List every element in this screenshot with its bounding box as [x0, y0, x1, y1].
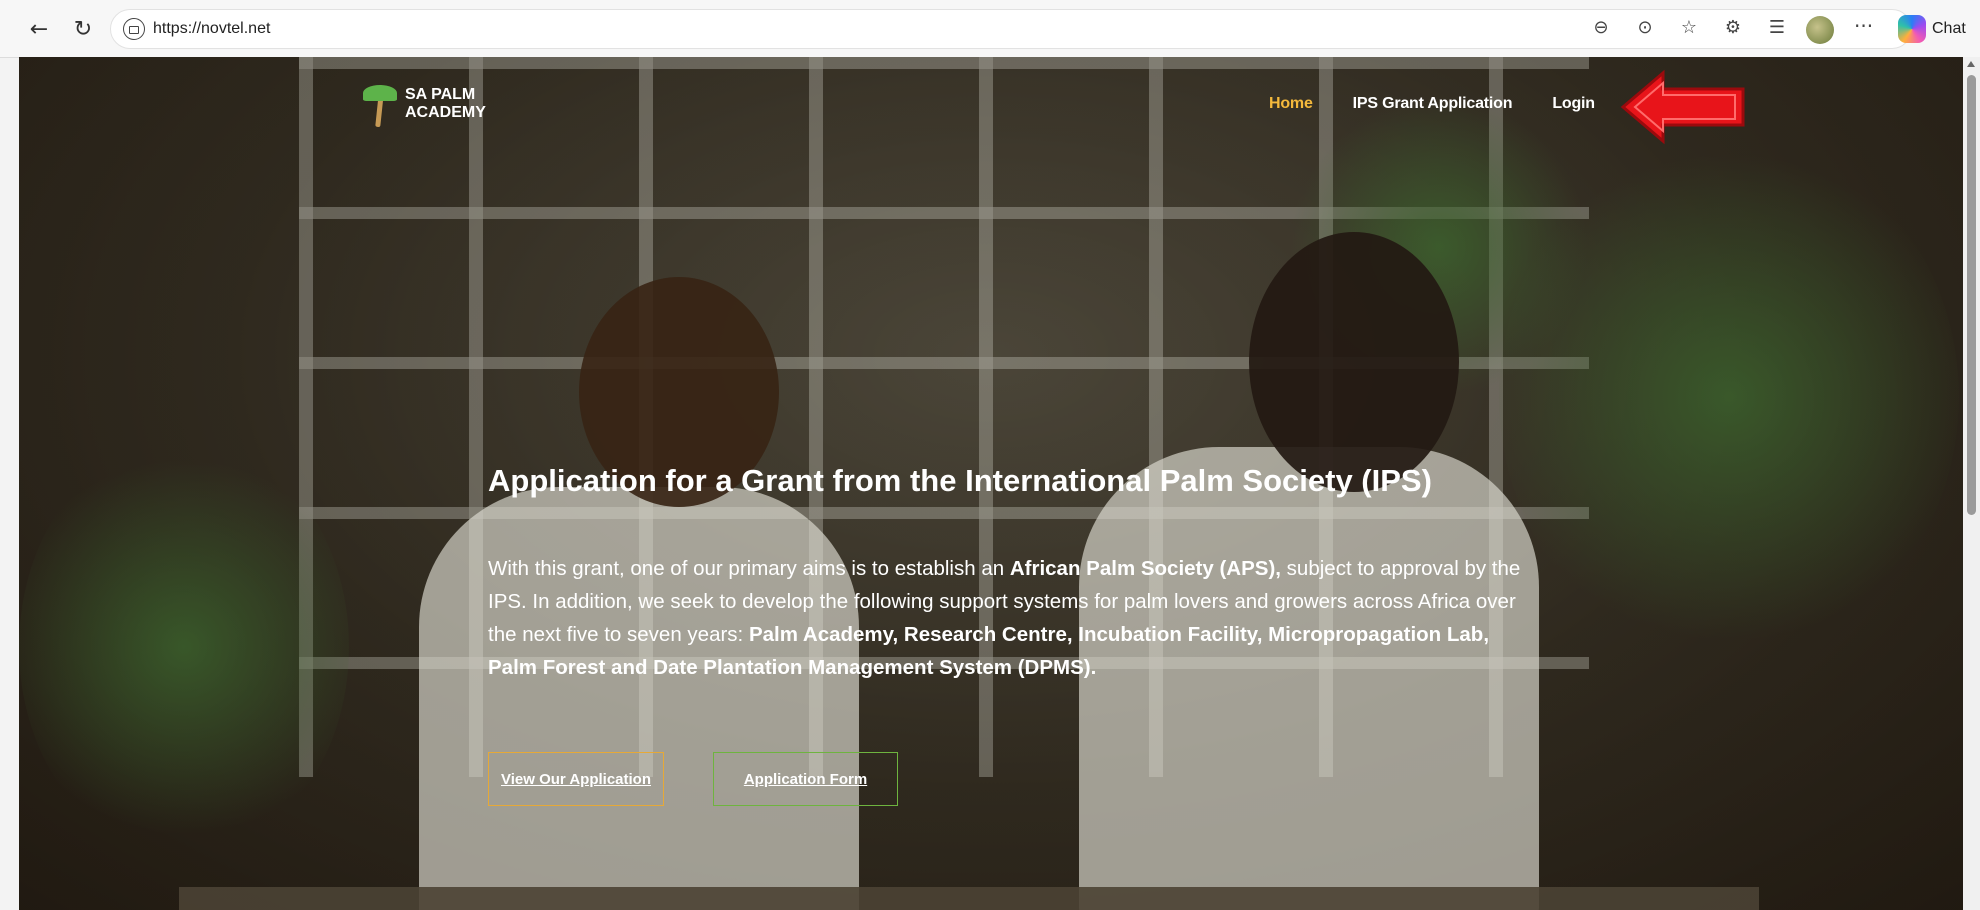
nav-home[interactable]: Home [1269, 95, 1313, 113]
background-table [179, 887, 1759, 910]
favorites-list-icon[interactable]: ☰ [1764, 14, 1790, 40]
copilot-chat-button[interactable]: Chat [1898, 14, 1966, 44]
annotation-arrow-icon [1620, 69, 1745, 145]
more-menu-icon[interactable]: ··· [1854, 14, 1873, 38]
scroll-up-icon[interactable] [1967, 61, 1975, 67]
hero-section: SA PALM ACADEMY Home IPS Grant Applicati… [19, 57, 1963, 910]
site-info-icon[interactable] [123, 18, 145, 40]
browser-toolbar: ← ↻ https://novtel.net ⊖ ⊙ ☆ ⚙ ☰ ··· Cha… [0, 0, 1980, 58]
nav-ips-grant-application[interactable]: IPS Grant Application [1353, 95, 1513, 113]
address-bar-actions: ⊖ ⊙ ☆ ⚙ ☰ [1588, 14, 1790, 40]
application-form-button[interactable]: Application Form [713, 752, 898, 806]
hero-description: With this grant, one of our primary aims… [488, 557, 1521, 679]
hero-title: Application for a Grant from the Interna… [488, 463, 1432, 498]
nav-login[interactable]: Login [1552, 95, 1595, 113]
back-arrow-icon[interactable]: ← [24, 14, 54, 44]
site-nav: Home IPS Grant Application Login [1269, 95, 1595, 113]
refresh-icon[interactable]: ↻ [68, 14, 98, 44]
extensions-icon[interactable]: ⚙ [1720, 14, 1746, 40]
background-plant [19, 437, 349, 857]
favorite-star-icon[interactable]: ☆ [1676, 14, 1702, 40]
chat-label: Chat [1932, 20, 1966, 37]
url-text[interactable]: https://novtel.net [153, 20, 270, 38]
site-logo[interactable]: SA PALM ACADEMY [359, 81, 486, 128]
palm-tree-icon [359, 81, 399, 128]
profile-avatar[interactable] [1806, 16, 1834, 44]
view-our-application-button[interactable]: View Our Application [488, 752, 664, 806]
logo-line-1: SA PALM [405, 86, 476, 103]
reading-icon[interactable]: ⊙ [1632, 14, 1658, 40]
aps-highlight: African Palm Society (APS), [1009, 557, 1281, 580]
zoom-out-icon[interactable]: ⊖ [1588, 14, 1614, 40]
logo-line-2: ACADEMY [405, 104, 486, 121]
copilot-icon [1898, 15, 1926, 43]
scrollbar-thumb[interactable] [1967, 75, 1976, 515]
page-scrollbar[interactable] [1963, 57, 1980, 910]
